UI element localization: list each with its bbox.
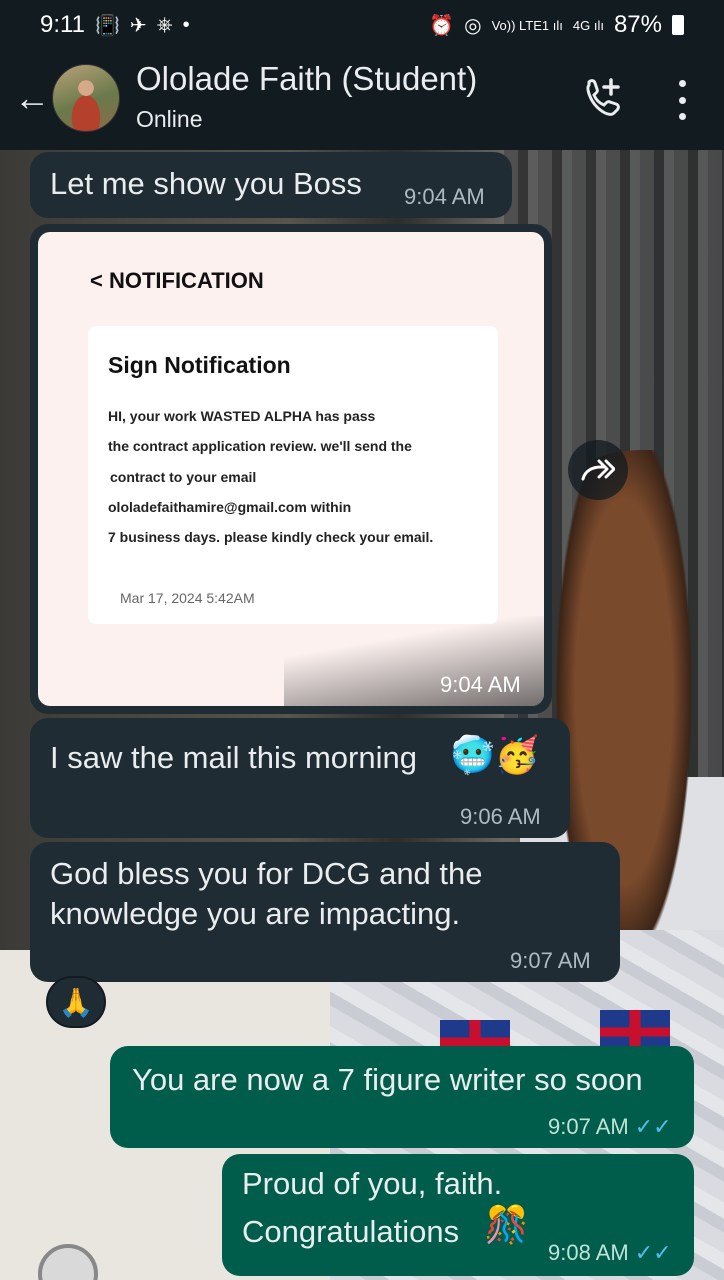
hotspot-icon: ◎ xyxy=(464,14,482,37)
confetti-icon: 🎊 xyxy=(484,1204,529,1245)
message-time: 9:07 AM xyxy=(510,948,591,973)
message-text-line: knowledge you are impacting. xyxy=(50,896,461,931)
message-text-line: Congratulations xyxy=(242,1214,460,1249)
forward-icon[interactable] xyxy=(568,440,628,500)
message-time: 9:07 AM xyxy=(548,1114,629,1139)
notification-line: 7 business days. please kindly check you… xyxy=(108,529,434,545)
read-ticks-icon: ✓✓ xyxy=(634,1114,672,1139)
message-time-with-ticks: 9:07 AM ✓✓ xyxy=(548,1114,672,1140)
add-call-icon[interactable] xyxy=(580,76,624,120)
telegram-icon: ✈ xyxy=(129,14,147,37)
message-text: Let me show you Boss xyxy=(50,166,362,201)
battery-icon xyxy=(672,15,684,35)
message-time: 9:08 AM xyxy=(548,1240,629,1265)
message-bubble-incoming[interactable]: God bless you for DCG and the knowledge … xyxy=(30,842,620,982)
message-text-line: God bless you for DCG and the xyxy=(50,856,483,891)
back-arrow-icon[interactable]: ← xyxy=(14,78,50,118)
app-icon: ⎈ xyxy=(156,13,173,36)
dot-icon: • xyxy=(182,13,190,36)
message-bubble-incoming[interactable]: I saw the mail this morning 🥶🥳 9:06 AM xyxy=(30,718,570,838)
volte-signal-icon: Vo)) LTE1 ılı xyxy=(491,17,563,33)
contact-name[interactable]: Ololade Faith (Student) xyxy=(136,60,477,98)
reaction-badge[interactable]: 🙏 xyxy=(46,976,106,1028)
message-time: 9:04 AM xyxy=(404,184,485,209)
more-options-icon[interactable] xyxy=(672,80,692,120)
notification-line: the contract application review. we'll s… xyxy=(108,438,412,454)
battery-percent: 87% xyxy=(613,11,662,38)
contact-status: Online xyxy=(136,106,203,132)
praying-hands-icon: 🙏 xyxy=(58,986,94,1018)
message-bubble-incoming[interactable]: Let me show you Boss 9:04 AM xyxy=(30,152,512,218)
4g-signal-icon: 4G ılı xyxy=(572,17,604,33)
notification-date: Mar 17, 2024 5:42AM xyxy=(120,590,255,606)
notification-heading: < NOTIFICATION xyxy=(90,268,264,293)
emoji: 🥶🥳 xyxy=(450,734,540,775)
message-time: 9:04 AM xyxy=(440,672,521,697)
notification-card: Sign Notification HI, your work WASTED A… xyxy=(88,326,498,624)
notification-icon: 📳 xyxy=(94,14,120,37)
message-bubble-outgoing[interactable]: Proud of you, faith. Congratulations 🎊 9… xyxy=(222,1154,694,1276)
notification-line: contract to your email xyxy=(110,469,257,485)
chat-header: ← Ololade Faith (Student) Online xyxy=(0,50,724,150)
read-ticks-icon: ✓✓ xyxy=(634,1240,672,1265)
status-time: 9:11 xyxy=(40,11,85,38)
message-text: I saw the mail this morning xyxy=(50,740,417,775)
avatar[interactable] xyxy=(52,64,120,132)
message-time: 9:06 AM xyxy=(460,804,541,829)
notification-line: HI, your work WASTED ALPHA has pass xyxy=(108,408,376,424)
message-time-with-ticks: 9:08 AM ✓✓ xyxy=(548,1240,672,1266)
notification-screenshot-image[interactable]: < NOTIFICATION Sign Notification HI, you… xyxy=(38,232,544,706)
message-text: You are now a 7 figure writer so soon xyxy=(132,1062,643,1097)
alarm-icon: ⏰ xyxy=(429,14,455,37)
status-bar: 9:11 📳 ✈ ⎈ • ⏰ ◎ Vo)) LTE1 ılı 4G ılı 87… xyxy=(0,0,724,50)
message-bubble-outgoing[interactable]: You are now a 7 figure writer so soon 9:… xyxy=(110,1046,694,1148)
notification-title: Sign Notification xyxy=(108,352,291,378)
message-text-line: Proud of you, faith. xyxy=(242,1166,503,1201)
notification-line: ololadefaithamire@gmail.com within xyxy=(108,499,352,515)
